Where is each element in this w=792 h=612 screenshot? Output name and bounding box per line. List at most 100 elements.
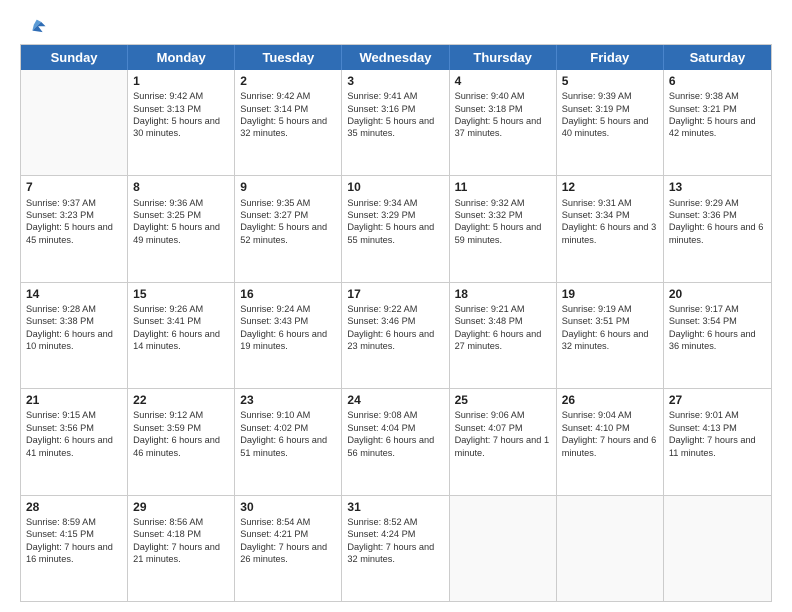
day-number: 25 — [455, 392, 551, 408]
day-info: Sunrise: 9:24 AMSunset: 3:43 PMDaylight:… — [240, 303, 336, 353]
day-22: 22Sunrise: 9:12 AMSunset: 3:59 PMDayligh… — [128, 389, 235, 494]
day-info: Sunrise: 9:04 AMSunset: 4:10 PMDaylight:… — [562, 409, 658, 459]
header-day-sunday: Sunday — [21, 45, 128, 70]
week-row-5: 28Sunrise: 8:59 AMSunset: 4:15 PMDayligh… — [21, 496, 771, 601]
day-number: 3 — [347, 73, 443, 89]
week-row-3: 14Sunrise: 9:28 AMSunset: 3:38 PMDayligh… — [21, 283, 771, 389]
day-info: Sunrise: 9:17 AMSunset: 3:54 PMDaylight:… — [669, 303, 766, 353]
day-info: Sunrise: 8:52 AMSunset: 4:24 PMDaylight:… — [347, 516, 443, 566]
logo — [20, 16, 47, 34]
day-27: 27Sunrise: 9:01 AMSunset: 4:13 PMDayligh… — [664, 389, 771, 494]
empty-cell — [21, 70, 128, 175]
day-number: 31 — [347, 499, 443, 515]
day-number: 9 — [240, 179, 336, 195]
day-17: 17Sunrise: 9:22 AMSunset: 3:46 PMDayligh… — [342, 283, 449, 388]
day-number: 7 — [26, 179, 122, 195]
day-number: 27 — [669, 392, 766, 408]
day-5: 5Sunrise: 9:39 AMSunset: 3:19 PMDaylight… — [557, 70, 664, 175]
day-info: Sunrise: 9:15 AMSunset: 3:56 PMDaylight:… — [26, 409, 122, 459]
calendar: SundayMondayTuesdayWednesdayThursdayFrid… — [20, 44, 772, 602]
day-info: Sunrise: 9:34 AMSunset: 3:29 PMDaylight:… — [347, 197, 443, 247]
day-info: Sunrise: 9:36 AMSunset: 3:25 PMDaylight:… — [133, 197, 229, 247]
day-info: Sunrise: 9:31 AMSunset: 3:34 PMDaylight:… — [562, 197, 658, 247]
day-number: 18 — [455, 286, 551, 302]
day-info: Sunrise: 9:40 AMSunset: 3:18 PMDaylight:… — [455, 90, 551, 140]
day-info: Sunrise: 8:56 AMSunset: 4:18 PMDaylight:… — [133, 516, 229, 566]
logo-bird-icon — [25, 16, 47, 38]
day-info: Sunrise: 9:42 AMSunset: 3:13 PMDaylight:… — [133, 90, 229, 140]
empty-cell — [557, 496, 664, 601]
header — [20, 16, 772, 34]
page: SundayMondayTuesdayWednesdayThursdayFrid… — [0, 0, 792, 612]
header-day-wednesday: Wednesday — [342, 45, 449, 70]
day-info: Sunrise: 9:28 AMSunset: 3:38 PMDaylight:… — [26, 303, 122, 353]
day-number: 17 — [347, 286, 443, 302]
day-info: Sunrise: 9:12 AMSunset: 3:59 PMDaylight:… — [133, 409, 229, 459]
day-info: Sunrise: 9:10 AMSunset: 4:02 PMDaylight:… — [240, 409, 336, 459]
day-info: Sunrise: 9:35 AMSunset: 3:27 PMDaylight:… — [240, 197, 336, 247]
day-number: 13 — [669, 179, 766, 195]
day-info: Sunrise: 9:22 AMSunset: 3:46 PMDaylight:… — [347, 303, 443, 353]
day-9: 9 Sunrise: 9:35 AMSunset: 3:27 PMDaylight… — [235, 176, 342, 281]
empty-cell — [450, 496, 557, 601]
header-day-tuesday: Tuesday — [235, 45, 342, 70]
day-2: 2Sunrise: 9:42 AMSunset: 3:14 PMDaylight… — [235, 70, 342, 175]
header-day-saturday: Saturday — [664, 45, 771, 70]
day-number: 15 — [133, 286, 229, 302]
day-15: 15Sunrise: 9:26 AMSunset: 3:41 PMDayligh… — [128, 283, 235, 388]
day-info: Sunrise: 9:06 AMSunset: 4:07 PMDaylight:… — [455, 409, 551, 459]
day-info: Sunrise: 8:54 AMSunset: 4:21 PMDaylight:… — [240, 516, 336, 566]
week-row-1: 1Sunrise: 9:42 AMSunset: 3:13 PMDaylight… — [21, 70, 771, 176]
header-day-thursday: Thursday — [450, 45, 557, 70]
day-30: 30Sunrise: 8:54 AMSunset: 4:21 PMDayligh… — [235, 496, 342, 601]
day-info: Sunrise: 8:59 AMSunset: 4:15 PMDaylight:… — [26, 516, 122, 566]
day-4: 4Sunrise: 9:40 AMSunset: 3:18 PMDaylight… — [450, 70, 557, 175]
day-number: 16 — [240, 286, 336, 302]
day-info: Sunrise: 9:21 AMSunset: 3:48 PMDaylight:… — [455, 303, 551, 353]
day-info: Sunrise: 9:41 AMSunset: 3:16 PMDaylight:… — [347, 90, 443, 140]
day-info: Sunrise: 9:38 AMSunset: 3:21 PMDaylight:… — [669, 90, 766, 140]
day-number: 14 — [26, 286, 122, 302]
day-26: 26Sunrise: 9:04 AMSunset: 4:10 PMDayligh… — [557, 389, 664, 494]
day-info: Sunrise: 9:42 AMSunset: 3:14 PMDaylight:… — [240, 90, 336, 140]
header-day-friday: Friday — [557, 45, 664, 70]
week-row-2: 7Sunrise: 9:37 AMSunset: 3:23 PMDaylight… — [21, 176, 771, 282]
day-11: 11Sunrise: 9:32 AMSunset: 3:32 PMDayligh… — [450, 176, 557, 281]
day-18: 18Sunrise: 9:21 AMSunset: 3:48 PMDayligh… — [450, 283, 557, 388]
day-14: 14Sunrise: 9:28 AMSunset: 3:38 PMDayligh… — [21, 283, 128, 388]
day-24: 24Sunrise: 9:08 AMSunset: 4:04 PMDayligh… — [342, 389, 449, 494]
day-number: 1 — [133, 73, 229, 89]
day-number: 23 — [240, 392, 336, 408]
day-23: 23Sunrise: 9:10 AMSunset: 4:02 PMDayligh… — [235, 389, 342, 494]
day-6: 6Sunrise: 9:38 AMSunset: 3:21 PMDaylight… — [664, 70, 771, 175]
empty-cell — [664, 496, 771, 601]
day-number: 28 — [26, 499, 122, 515]
day-number: 20 — [669, 286, 766, 302]
day-28: 28Sunrise: 8:59 AMSunset: 4:15 PMDayligh… — [21, 496, 128, 601]
day-info: Sunrise: 9:39 AMSunset: 3:19 PMDaylight:… — [562, 90, 658, 140]
day-number: 19 — [562, 286, 658, 302]
day-number: 30 — [240, 499, 336, 515]
day-info: Sunrise: 9:08 AMSunset: 4:04 PMDaylight:… — [347, 409, 443, 459]
day-19: 19Sunrise: 9:19 AMSunset: 3:51 PMDayligh… — [557, 283, 664, 388]
day-12: 12Sunrise: 9:31 AMSunset: 3:34 PMDayligh… — [557, 176, 664, 281]
calendar-header: SundayMondayTuesdayWednesdayThursdayFrid… — [21, 45, 771, 70]
day-info: Sunrise: 9:01 AMSunset: 4:13 PMDaylight:… — [669, 409, 766, 459]
day-info: Sunrise: 9:29 AMSunset: 3:36 PMDaylight:… — [669, 197, 766, 247]
day-1: 1Sunrise: 9:42 AMSunset: 3:13 PMDaylight… — [128, 70, 235, 175]
day-13: 13 Sunrise: 9:29 AMSunset: 3:36 PMDayligh… — [664, 176, 771, 281]
day-8: 8 Sunrise: 9:36 AMSunset: 3:25 PMDaylight… — [128, 176, 235, 281]
day-number: 6 — [669, 73, 766, 89]
day-31: 31Sunrise: 8:52 AMSunset: 4:24 PMDayligh… — [342, 496, 449, 601]
day-number: 10 — [347, 179, 443, 195]
day-number: 8 — [133, 179, 229, 195]
day-7: 7Sunrise: 9:37 AMSunset: 3:23 PMDaylight… — [21, 176, 128, 281]
day-number: 22 — [133, 392, 229, 408]
day-number: 2 — [240, 73, 336, 89]
day-10: 10 Sunrise: 9:34 AMSunset: 3:29 PMDayligh… — [342, 176, 449, 281]
day-25: 25Sunrise: 9:06 AMSunset: 4:07 PMDayligh… — [450, 389, 557, 494]
day-number: 29 — [133, 499, 229, 515]
calendar-body: 1Sunrise: 9:42 AMSunset: 3:13 PMDaylight… — [21, 70, 771, 601]
day-number: 21 — [26, 392, 122, 408]
day-29: 29Sunrise: 8:56 AMSunset: 4:18 PMDayligh… — [128, 496, 235, 601]
